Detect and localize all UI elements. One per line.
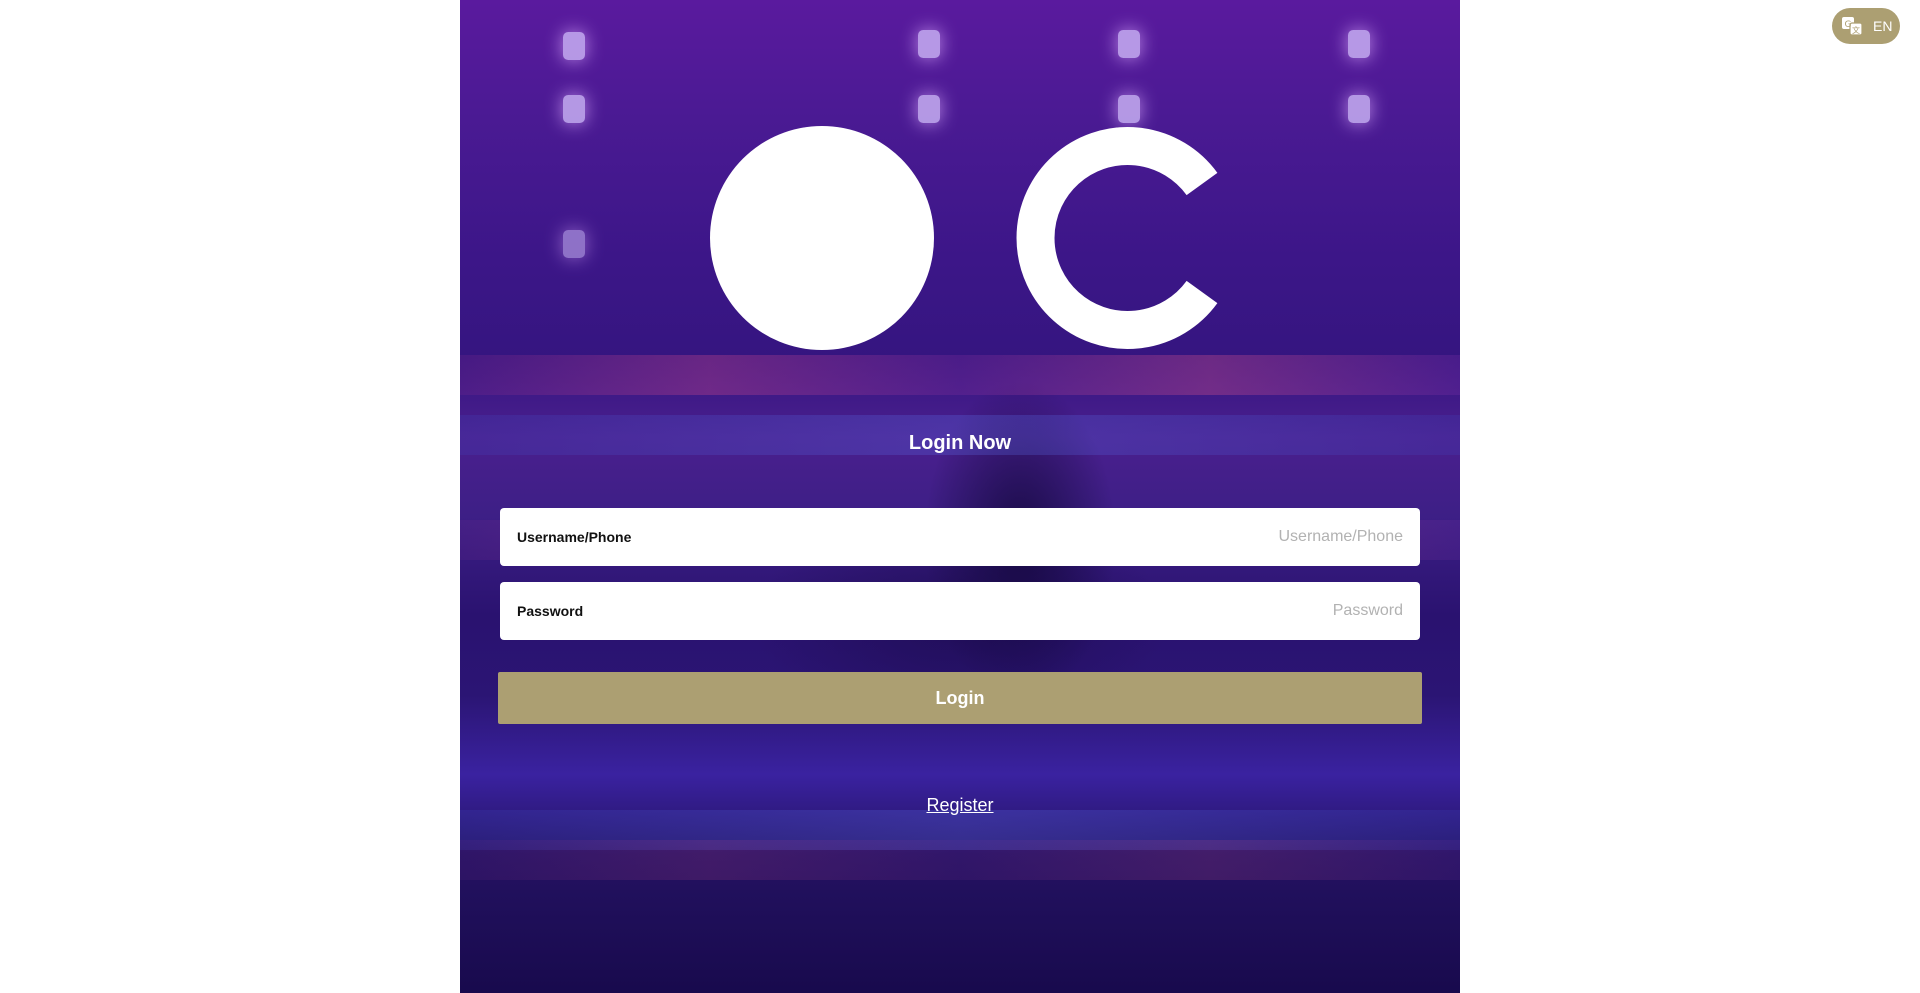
brand-logo-icon [710, 126, 1218, 350]
login-panel: Login Now Username/Phone Password Login … [460, 0, 1460, 993]
username-input[interactable] [903, 528, 1403, 546]
username-field[interactable]: Username/Phone [500, 508, 1420, 566]
login-page: Login Now Username/Phone Password Login … [0, 0, 1920, 993]
stage-light-stripe [460, 840, 1460, 880]
password-input[interactable] [903, 602, 1403, 620]
svg-text:文: 文 [1852, 25, 1860, 35]
stage-light [1348, 95, 1370, 123]
stage-light [918, 30, 940, 58]
stage-light [563, 32, 585, 60]
register-row: Register [460, 795, 1460, 816]
brand-logo-icon [710, 126, 1220, 356]
stage-light [918, 95, 940, 123]
stage-light-stripe [460, 355, 1460, 395]
stage-light [1348, 30, 1370, 58]
stage-light [1118, 95, 1140, 123]
language-switcher[interactable]: G 文 EN [1832, 8, 1900, 44]
register-link[interactable]: Register [926, 795, 993, 815]
stage-light [563, 95, 585, 123]
page-title: Login Now [908, 432, 1012, 454]
username-label: Username/Phone [517, 529, 632, 545]
password-label: Password [517, 603, 584, 619]
login-button[interactable]: Login [498, 672, 1422, 724]
password-field[interactable]: Password [500, 582, 1420, 640]
svg-text:G: G [1845, 20, 1852, 30]
stage-light [1118, 30, 1140, 58]
language-label: EN [1873, 18, 1893, 34]
translate-icon: G 文 [1841, 15, 1863, 37]
stage-light [563, 230, 585, 258]
